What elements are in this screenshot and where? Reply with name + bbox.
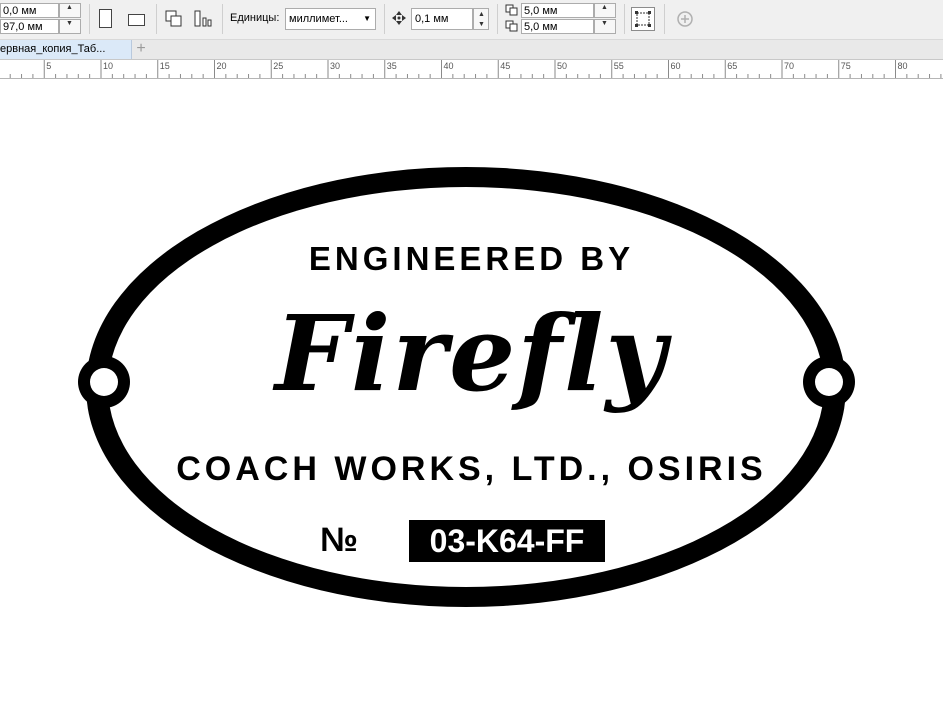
- coach-works-text: COACH WORKS, LTD., OSIRIS: [176, 450, 767, 488]
- ruler-label: 60: [671, 61, 681, 71]
- position-x-field[interactable]: 0,0 мм: [0, 3, 59, 18]
- number-sign-text: №: [320, 521, 358, 559]
- duplicate-y-spinner[interactable]: ▼: [594, 19, 616, 34]
- landscape-page-icon[interactable]: [128, 14, 145, 26]
- document-tab-bar: ервная_копия_Таб... +: [0, 40, 943, 60]
- current-page-icon[interactable]: [193, 9, 213, 29]
- ruler-label: 55: [614, 61, 624, 71]
- ruler-label: 65: [727, 61, 737, 71]
- nudge-spinner[interactable]: ▲ ▼: [473, 8, 489, 30]
- duplicate-offset-icon: [504, 3, 520, 35]
- drawing-canvas[interactable]: ENGINEERED BY Firefly COACH WORKS, LTD.,…: [0, 79, 943, 703]
- horizontal-ruler[interactable]: 5 10 15 20 25 30 35 40 45 50 55 60 65 70 75 80: [0, 60, 943, 79]
- ruler-label: 50: [557, 61, 567, 71]
- add-icon[interactable]: [675, 9, 695, 29]
- ruler-label: 75: [841, 61, 851, 71]
- ruler-label: 5: [46, 61, 51, 71]
- document-tab[interactable]: ервная_копия_Таб...: [0, 40, 132, 59]
- duplicate-y-field[interactable]: 5,0 мм: [521, 19, 594, 34]
- units-label: Единицы:: [230, 12, 280, 24]
- ruler-label: 80: [898, 61, 908, 71]
- ruler-label: 40: [444, 61, 454, 71]
- portrait-page-icon[interactable]: [99, 9, 112, 28]
- property-bar: 0,0 мм ▲ 97,0 мм ▼ Единицы: миллимет... …: [0, 0, 943, 40]
- engineered-by-text: ENGINEERED BY: [308, 240, 635, 277]
- ruler-label: 25: [273, 61, 283, 71]
- position-y-field[interactable]: 97,0 мм: [0, 19, 59, 34]
- firefly-logo-text: Firefly: [275, 292, 668, 415]
- current-page-svg: [194, 10, 212, 27]
- bleed-frame-svg: [635, 11, 651, 27]
- ruler-svg: 5 10 15 20 25 30 35 40 45 50 55 60 65 70 75 80: [9, 60, 942, 78]
- ruler-label: 70: [784, 61, 794, 71]
- position-x-spinner[interactable]: ▲: [59, 3, 81, 18]
- position-y-spinner[interactable]: ▼: [59, 19, 81, 34]
- separator: [384, 4, 385, 34]
- separator: [664, 4, 665, 34]
- duplicate-x-spinner[interactable]: ▲: [594, 3, 616, 18]
- units-dropdown[interactable]: миллимет... ▼: [285, 8, 376, 30]
- units-value: миллимет...: [289, 13, 348, 25]
- separator: [89, 4, 90, 34]
- ruler-label: 30: [330, 61, 340, 71]
- ruler-label: 10: [103, 61, 113, 71]
- separator: [624, 4, 625, 34]
- separator: [156, 4, 157, 34]
- separator: [222, 4, 223, 34]
- separator: [497, 4, 498, 34]
- duplicate-offset-svg: [505, 4, 518, 32]
- bleed-frame-icon[interactable]: [631, 7, 655, 31]
- ruler-label: 20: [217, 61, 227, 71]
- serial-number-text: 03-K64-FF: [429, 523, 585, 559]
- all-pages-icon[interactable]: [164, 9, 184, 29]
- all-pages-svg: [165, 10, 182, 27]
- add-tab-button[interactable]: +: [131, 40, 151, 59]
- ruler-label: 15: [160, 61, 170, 71]
- nudge-svg: [392, 11, 406, 25]
- chevron-down-icon: ▼: [363, 14, 371, 23]
- nudge-distance-field[interactable]: 0,1 мм: [411, 8, 473, 30]
- nudge-icon: [391, 10, 407, 26]
- duplicate-x-field[interactable]: 5,0 мм: [521, 3, 594, 18]
- add-svg: [677, 11, 693, 27]
- ruler-label: 35: [387, 61, 397, 71]
- ruler-label: 45: [500, 61, 510, 71]
